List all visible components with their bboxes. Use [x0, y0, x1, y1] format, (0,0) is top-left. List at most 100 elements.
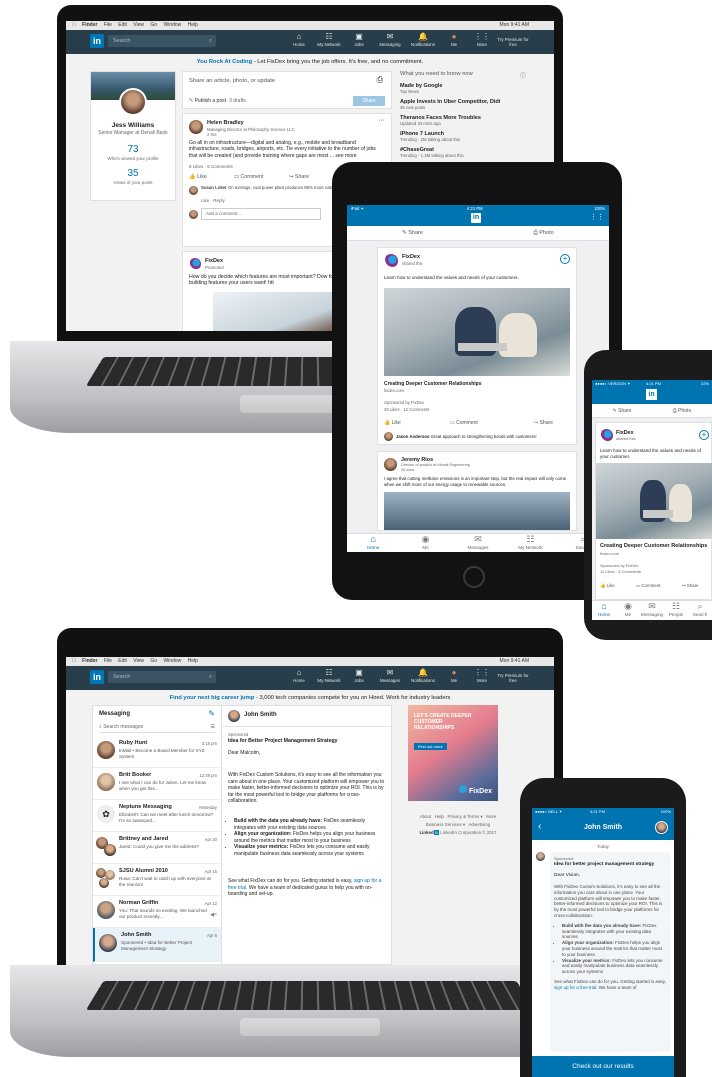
search-input[interactable]: Search ⌕	[108, 35, 216, 47]
tablet-home-button[interactable]	[463, 566, 485, 588]
menu-go[interactable]: Go	[150, 22, 157, 28]
nav-jobs[interactable]: ▣ Jobs	[344, 668, 374, 683]
like-button[interactable]: 👍 Like	[384, 420, 450, 426]
post-image[interactable]	[384, 492, 570, 530]
footer-more[interactable]: More	[486, 814, 496, 819]
apple-icon[interactable]: 	[72, 22, 76, 28]
post-caption[interactable]: Creating Deeper Customer Relationships	[384, 381, 482, 387]
post-stats[interactable]: 8 Likes · 5 Comments	[189, 164, 233, 169]
news-item[interactable]: Made by Google Top News	[400, 83, 442, 94]
profile-avatar[interactable]	[119, 88, 147, 116]
tab-my-network[interactable]: ☷ My Network	[504, 534, 556, 552]
conversation-name[interactable]: John Smith	[244, 712, 277, 718]
add-comment-input[interactable]: Add a comment...	[201, 208, 321, 220]
apple-icon[interactable]: 	[72, 658, 76, 664]
menu-file[interactable]: File	[104, 658, 112, 664]
message-thread[interactable]: Britt Booker 12:48 pm I see what I can d…	[93, 768, 221, 800]
linkedin-logo[interactable]: in	[90, 34, 104, 48]
news-item[interactable]: Apple Invests In Uber Competitor, Didi 36…	[400, 99, 540, 110]
tab-messaging[interactable]: ✉ Messaging	[640, 601, 664, 620]
tab-home[interactable]: ⌂ Home	[347, 534, 399, 552]
menu-window[interactable]: Window	[163, 658, 181, 664]
camera-icon[interactable]: ⎙	[377, 75, 383, 85]
comment-button[interactable]: ▭ Comment	[636, 583, 682, 589]
linkedin-logo[interactable]: in	[90, 670, 104, 684]
share-button[interactable]: Share	[353, 96, 385, 106]
menu-view[interactable]: View	[133, 658, 144, 664]
profile-views-label[interactable]: Who's viewed your profile	[91, 156, 175, 161]
tab-messages[interactable]: ✉ Messages	[452, 534, 504, 552]
nav-jobs[interactable]: ▣ Jobs	[344, 32, 374, 47]
message-thread[interactable]: ✿ Neptune Messaging Yesterday Elizabeth:…	[93, 800, 221, 832]
like-button[interactable]: 👍 Like	[189, 174, 234, 180]
message-thread[interactable]: SJSU Alumni 2010 Apr 15 Rosa: Can't wait…	[93, 864, 221, 896]
post-stats[interactable]: 29 Likes · 12 Comments	[384, 407, 429, 412]
nav-messaging[interactable]: ✉ Messaging	[374, 32, 406, 47]
comment-button[interactable]: ▭ Comment	[450, 420, 534, 426]
nav-home[interactable]: ⌂ Home	[284, 668, 314, 683]
search-input[interactable]: Search ⌕	[108, 671, 216, 683]
follow-plus-icon[interactable]: +	[560, 254, 570, 264]
menu-finder[interactable]: Finder	[82, 22, 97, 28]
contact-avatar[interactable]	[228, 710, 240, 722]
menu-help[interactable]: Help	[188, 658, 198, 664]
nav-notifications[interactable]: 🔔 Notifications	[406, 32, 440, 47]
ad-button[interactable]: Find out more	[414, 743, 447, 750]
message-thread[interactable]: Norman Griffin Apr 12 You: That sounds s…	[93, 896, 221, 928]
promo-link[interactable]: You Rock At Coding	[197, 59, 252, 65]
tab-search[interactable]: ⌕ Search	[688, 601, 712, 620]
post-image[interactable]	[596, 463, 712, 539]
tab-home[interactable]: ⌂ Home	[592, 601, 616, 620]
post-author[interactable]: Helen Bradley	[207, 120, 244, 126]
like-button[interactable]: 👍 Like	[600, 583, 636, 589]
news-item[interactable]: Theranos Faces More Troubles Updated 33 m…	[400, 115, 540, 126]
photo-button[interactable]: ⎙ Photo	[652, 408, 712, 414]
comment-button[interactable]: ▭ Comment	[234, 174, 289, 180]
compose-icon[interactable]: ✎	[208, 709, 215, 718]
nav-my-network[interactable]: ☷ My Network	[314, 668, 344, 683]
publish-post-link[interactable]: ✎ Publish a post· 3 drafts	[189, 98, 246, 104]
menu-edit[interactable]: Edit	[118, 22, 127, 28]
filter-icon[interactable]: ☰	[211, 724, 215, 730]
comment-like[interactable]: Like	[201, 198, 209, 203]
share-button[interactable]: ✎ Share	[347, 230, 478, 236]
nav-notifications[interactable]: 🔔 Notifications	[406, 668, 440, 683]
share-input[interactable]: Share an article, photo, or update	[189, 78, 275, 84]
tab-people[interactable]: ☷ People	[664, 601, 688, 620]
share-post-button[interactable]: ↪ Share	[534, 420, 553, 426]
menu-edit[interactable]: Edit	[118, 658, 127, 664]
post-views-label[interactable]: Views of your posts	[91, 180, 175, 185]
share-post-button[interactable]: ↪ Share	[682, 583, 699, 589]
tab-me[interactable]: ◉ Me	[616, 601, 640, 620]
commenter-avatar[interactable]	[189, 186, 198, 195]
footer-help[interactable]: Help	[435, 814, 444, 819]
promo-link[interactable]: Find your next big career jump	[170, 695, 255, 701]
footer-about[interactable]: About	[420, 814, 431, 819]
message-thread[interactable]: Ruby Hunt 3:15 pm InMail • Become a Boar…	[93, 736, 221, 768]
message-thread[interactable]: Brittney and Jared Apr 20 Jared: Could y…	[93, 832, 221, 864]
news-item[interactable]: iPhone 7 Launch Trending · 2M talking abo…	[400, 131, 540, 142]
sender-avatar[interactable]	[536, 852, 545, 861]
more-icon[interactable]: ···	[378, 117, 385, 124]
info-icon[interactable]: ⓘ	[520, 71, 526, 80]
author-avatar[interactable]	[384, 458, 397, 471]
nav-me[interactable]: ● Me	[440, 668, 468, 683]
post-views-count[interactable]: 35	[91, 168, 175, 179]
profile-views-count[interactable]: 73	[91, 144, 175, 155]
nav-home[interactable]: ⌂ Home	[284, 32, 314, 47]
follow-plus-icon[interactable]: +	[699, 430, 709, 440]
commenter-avatar[interactable]	[384, 432, 393, 441]
nav-messages[interactable]: ✉ Messages	[374, 668, 406, 683]
menu-help[interactable]: Help	[188, 22, 198, 28]
nav-more[interactable]: ⋮⋮ More	[468, 32, 496, 47]
comment-reply[interactable]: Reply	[213, 198, 225, 203]
menu-window[interactable]: Window	[163, 22, 181, 28]
footer-advertising[interactable]: Advertising	[468, 822, 490, 827]
nav-my-network[interactable]: ☷ My Network	[314, 32, 344, 47]
right-ad[interactable]: LET'S CREATE DEEPER CUSTOMER RELATIONSHI…	[408, 705, 498, 801]
author-avatar[interactable]	[189, 120, 203, 134]
menu-file[interactable]: File	[104, 22, 112, 28]
footer-privacy[interactable]: Privacy & Terms ▾	[448, 814, 483, 819]
linkedin-logo[interactable]: in	[646, 389, 657, 400]
post-image[interactable]	[384, 288, 570, 376]
